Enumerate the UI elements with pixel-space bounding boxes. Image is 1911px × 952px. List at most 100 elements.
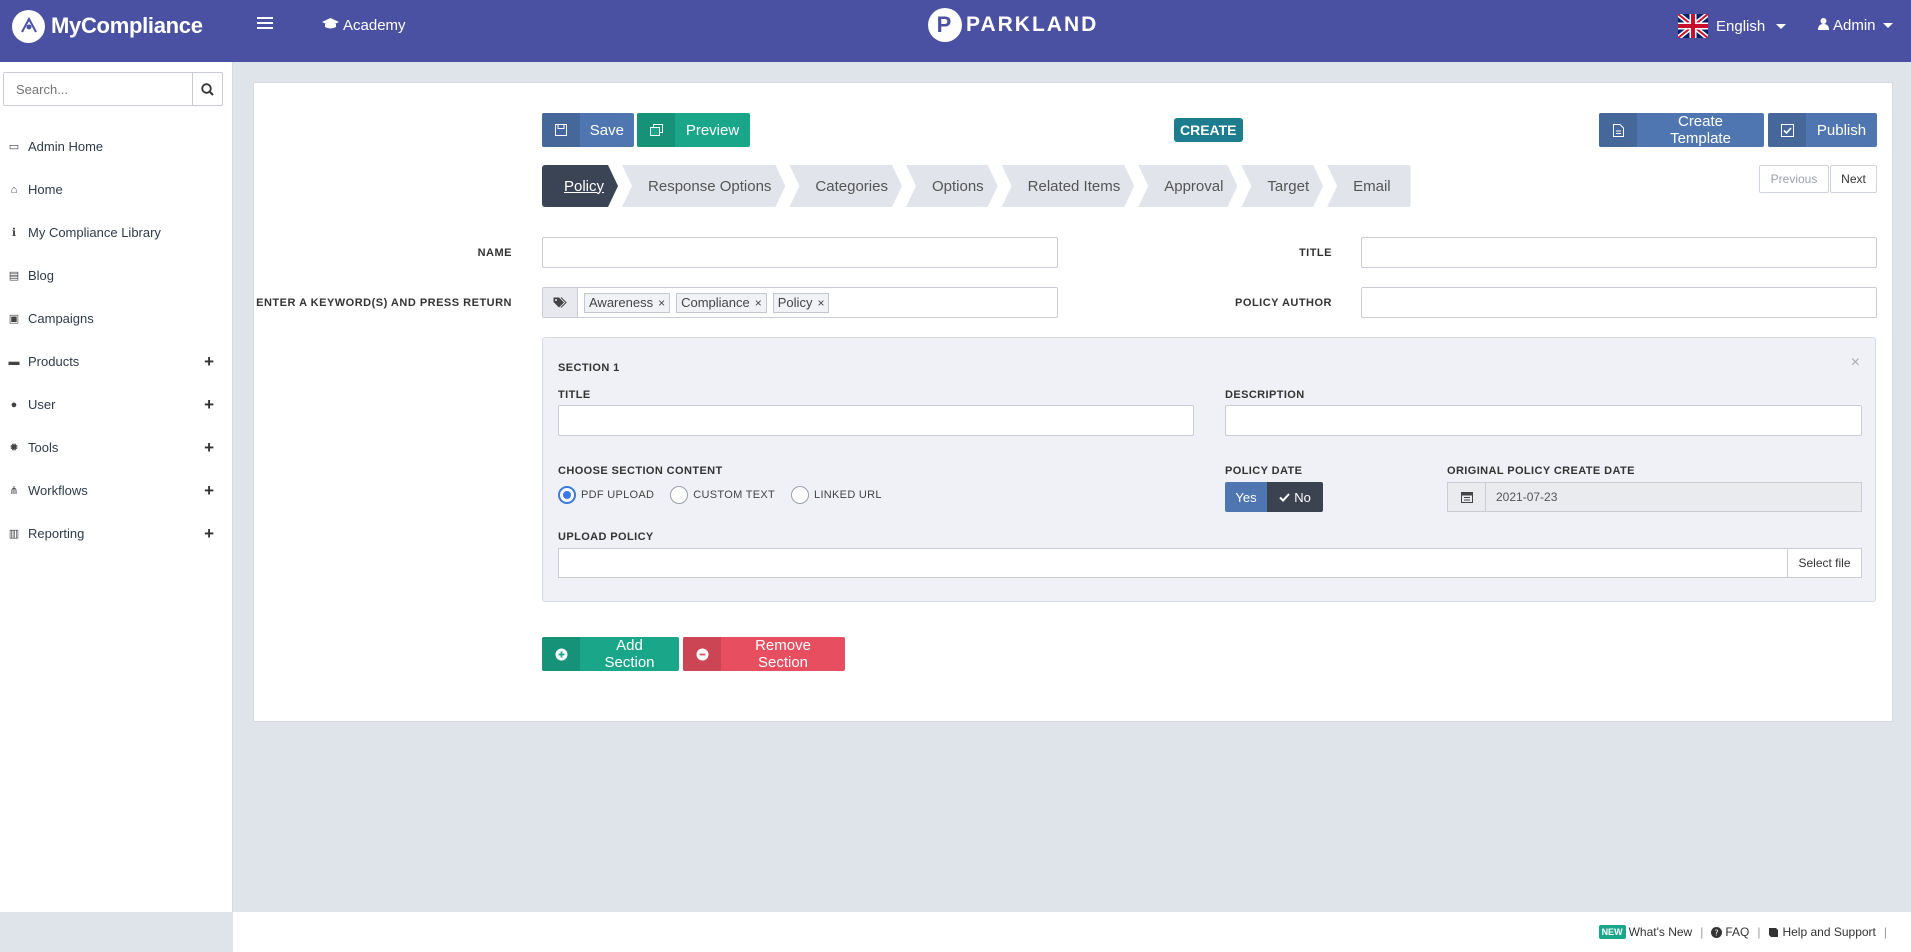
radio-button[interactable] — [791, 486, 810, 504]
policy-date-label: POLICY DATE — [1225, 465, 1303, 477]
home-icon: ⌂ — [10, 183, 18, 196]
sidebar-item-label: Blog — [28, 268, 55, 283]
language-label: English — [1716, 17, 1766, 35]
remove-tag-icon[interactable]: × — [755, 296, 762, 310]
radio-pdf-upload[interactable]: PDF UPLOAD — [558, 486, 654, 504]
bar-chart-icon: ▥ — [8, 528, 20, 540]
section-heading: SECTION 1 — [558, 362, 620, 374]
preview-button[interactable]: Preview — [637, 113, 750, 147]
save-button[interactable]: Save — [542, 113, 634, 147]
sitemap-icon: ⋔ — [9, 485, 19, 497]
previous-button[interactable]: Previous — [1759, 165, 1829, 193]
sidebar-item-blog[interactable]: ▤ Blog — [0, 254, 232, 297]
sidebar-item-label: Workflows — [28, 483, 88, 498]
user-menu[interactable]: Admin — [1818, 17, 1893, 34]
search-input[interactable] — [4, 73, 192, 105]
plus-icon[interactable]: + — [204, 481, 214, 501]
sidebar-item-workflows[interactable]: ⋔ Workflows + — [0, 469, 232, 512]
sidebar-item-campaigns[interactable]: ▣ Campaigns — [0, 297, 232, 340]
brand-logo-icon — [12, 9, 45, 43]
sidebar-item-products[interactable]: ▬ Products + — [0, 340, 232, 383]
sidebar-item-tools[interactable]: ✹ Tools + — [0, 426, 232, 469]
language-selector[interactable]: English — [1678, 14, 1787, 38]
search-button[interactable] — [192, 73, 222, 105]
name-input[interactable] — [542, 237, 1058, 268]
title-input[interactable] — [1361, 237, 1877, 268]
footer: NEW What's New | ? FAQ | Help and Suppor… — [233, 912, 1911, 952]
academy-link[interactable]: Academy — [322, 17, 406, 34]
remove-section-label: Remove Section — [755, 637, 811, 671]
plus-icon[interactable]: + — [204, 352, 214, 372]
tab-categories[interactable]: Categories — [789, 165, 902, 207]
original-date-field[interactable]: 2021-07-23 — [1447, 482, 1862, 512]
remove-tag-icon[interactable]: × — [658, 296, 665, 310]
plus-icon[interactable]: + — [204, 395, 214, 415]
section-title-label: TITLE — [558, 389, 591, 401]
sidebar-item-reporting[interactable]: ▥ Reporting + — [0, 512, 232, 555]
policy-date-yes[interactable]: Yes — [1225, 482, 1267, 512]
next-button[interactable]: Next — [1830, 165, 1877, 193]
sidebar-item-label: Products — [28, 354, 80, 369]
sidebar-item-label: My Compliance Library — [28, 225, 161, 240]
section-description-input[interactable] — [1225, 405, 1862, 436]
remove-section-button[interactable]: Remove Section — [683, 637, 845, 671]
help-support-link[interactable]: Help and Support — [1768, 925, 1876, 939]
faq-label: FAQ — [1725, 925, 1750, 939]
file-icon — [1599, 113, 1637, 147]
upload-policy-field[interactable]: Select file — [558, 548, 1862, 578]
footer-separator: | — [1700, 925, 1704, 939]
save-label: Save — [589, 121, 624, 139]
document-icon: ▤ — [8, 270, 20, 282]
radio-linked-url[interactable]: LINKED URL — [791, 486, 882, 504]
tab-policy[interactable]: Policy — [542, 165, 618, 207]
mode-badge: CREATE — [1174, 118, 1243, 142]
sidebar-item-admin-home[interactable]: ▭ Admin Home — [0, 125, 232, 168]
sidebar-item-label: Tools — [28, 440, 59, 455]
radio-button[interactable] — [670, 486, 689, 504]
close-icon[interactable]: × — [1851, 354, 1860, 372]
tab-related-items[interactable]: Related Items — [1002, 165, 1135, 207]
radio-button[interactable] — [558, 486, 576, 504]
chevron-down-icon — [1776, 23, 1787, 29]
remove-tag-icon[interactable]: × — [817, 296, 824, 310]
publish-button[interactable]: Publish — [1768, 113, 1877, 147]
section-title-input[interactable] — [558, 405, 1194, 436]
whats-new-link[interactable]: NEW What's New — [1598, 925, 1692, 939]
plus-icon[interactable]: + — [204, 524, 214, 544]
menu-toggle-icon[interactable] — [257, 17, 273, 31]
sidebar-nav: ▭ Admin Home ⌂ Home ℹ My Compliance Library ▤ B… — [0, 125, 232, 555]
floppy-disk-icon — [542, 113, 580, 147]
select-file-button[interactable]: Select file — [1787, 549, 1861, 577]
policy-author-input[interactable] — [1361, 287, 1877, 318]
add-section-button[interactable]: Add Section — [542, 637, 679, 671]
keywords-input[interactable]: Awareness × Compliance × Policy × — [542, 287, 1058, 318]
tab-approval[interactable]: Approval — [1138, 165, 1237, 207]
section-content-options: PDF UPLOAD CUSTOM TEXT LINKED URL — [558, 486, 882, 504]
svg-text:?: ? — [1715, 928, 1719, 937]
user-icon — [1818, 17, 1829, 34]
brand[interactable]: MyCompliance — [12, 9, 203, 43]
policy-date-no[interactable]: No — [1267, 482, 1323, 512]
tab-email[interactable]: Email — [1327, 165, 1411, 207]
create-template-button[interactable]: Create Template — [1599, 113, 1764, 147]
sidebar: ▭ Admin Home ⌂ Home ℹ My Compliance Library ▤ B… — [0, 62, 233, 912]
sidebar-item-my-compliance-library[interactable]: ℹ My Compliance Library — [0, 211, 232, 254]
name-label: NAME — [477, 247, 512, 259]
check-icon — [1279, 492, 1290, 502]
academy-label: Academy — [343, 17, 406, 34]
sidebar-item-user[interactable]: ● User + — [0, 383, 232, 426]
tab-target[interactable]: Target — [1241, 165, 1323, 207]
faq-link[interactable]: ? FAQ — [1711, 925, 1749, 939]
info-icon: ℹ — [11, 227, 17, 239]
top-navbar: MyCompliance Academy P PARKLAND English … — [0, 0, 1911, 62]
user-name: Admin — [1833, 17, 1876, 34]
minus-circle-icon — [683, 637, 721, 671]
laptop-icon: ▬ — [8, 355, 20, 368]
radio-custom-text[interactable]: CUSTOM TEXT — [670, 486, 775, 504]
book-icon: ▣ — [8, 313, 20, 325]
sidebar-item-home[interactable]: ⌂ Home — [0, 168, 232, 211]
plus-icon[interactable]: + — [204, 438, 214, 458]
uk-flag-icon — [1678, 14, 1708, 38]
tab-options[interactable]: Options — [906, 165, 998, 207]
tab-response-options[interactable]: Response Options — [622, 165, 785, 207]
